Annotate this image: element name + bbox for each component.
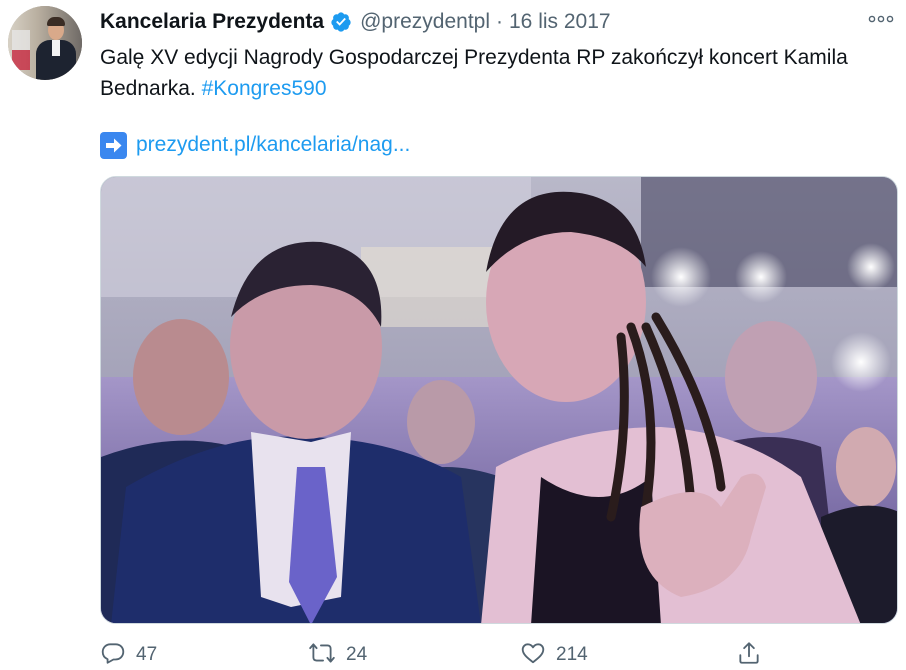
avatar-hair [47,17,65,26]
hashtag-link[interactable]: #Kongres590 [202,77,327,100]
retweet-button[interactable]: 24 [308,640,367,670]
tweet-photo[interactable] [100,176,898,624]
like-count: 214 [556,644,588,665]
account-name[interactable]: Kancelaria Prezydenta [100,10,324,34]
avatar-flag [12,30,30,70]
tweet-actions: 47 24 214 [100,640,800,670]
reply-button[interactable]: 47 [100,640,157,670]
tweet-header: Kancelaria Prezydenta @prezydentpl · 16 … [100,8,611,36]
retweet-icon [308,640,336,670]
avatar[interactable] [8,6,82,80]
like-button[interactable]: 214 [520,640,588,670]
avatar-shirt [52,40,60,56]
verified-badge-icon [330,11,352,33]
retweet-count: 24 [346,644,368,665]
photo-illustration [101,177,897,623]
more-options-icon[interactable] [866,8,896,30]
share-icon [736,640,762,670]
account-handle[interactable]: @prezydentpl [360,10,490,34]
share-button[interactable] [736,640,762,670]
external-link[interactable]: prezydent.pl/kancelaria/nag... [100,130,410,160]
tweet-date[interactable]: 16 lis 2017 [509,10,611,34]
reply-count: 47 [136,644,158,665]
tweet-text: Galę XV edycji Nagrody Gospodarczej Prez… [100,42,890,104]
like-icon [520,640,546,670]
reply-icon [100,640,126,670]
right-arrow-icon [100,131,127,159]
header-separator: · [496,10,503,33]
link-text[interactable]: prezydent.pl/kancelaria/nag... [136,133,410,157]
